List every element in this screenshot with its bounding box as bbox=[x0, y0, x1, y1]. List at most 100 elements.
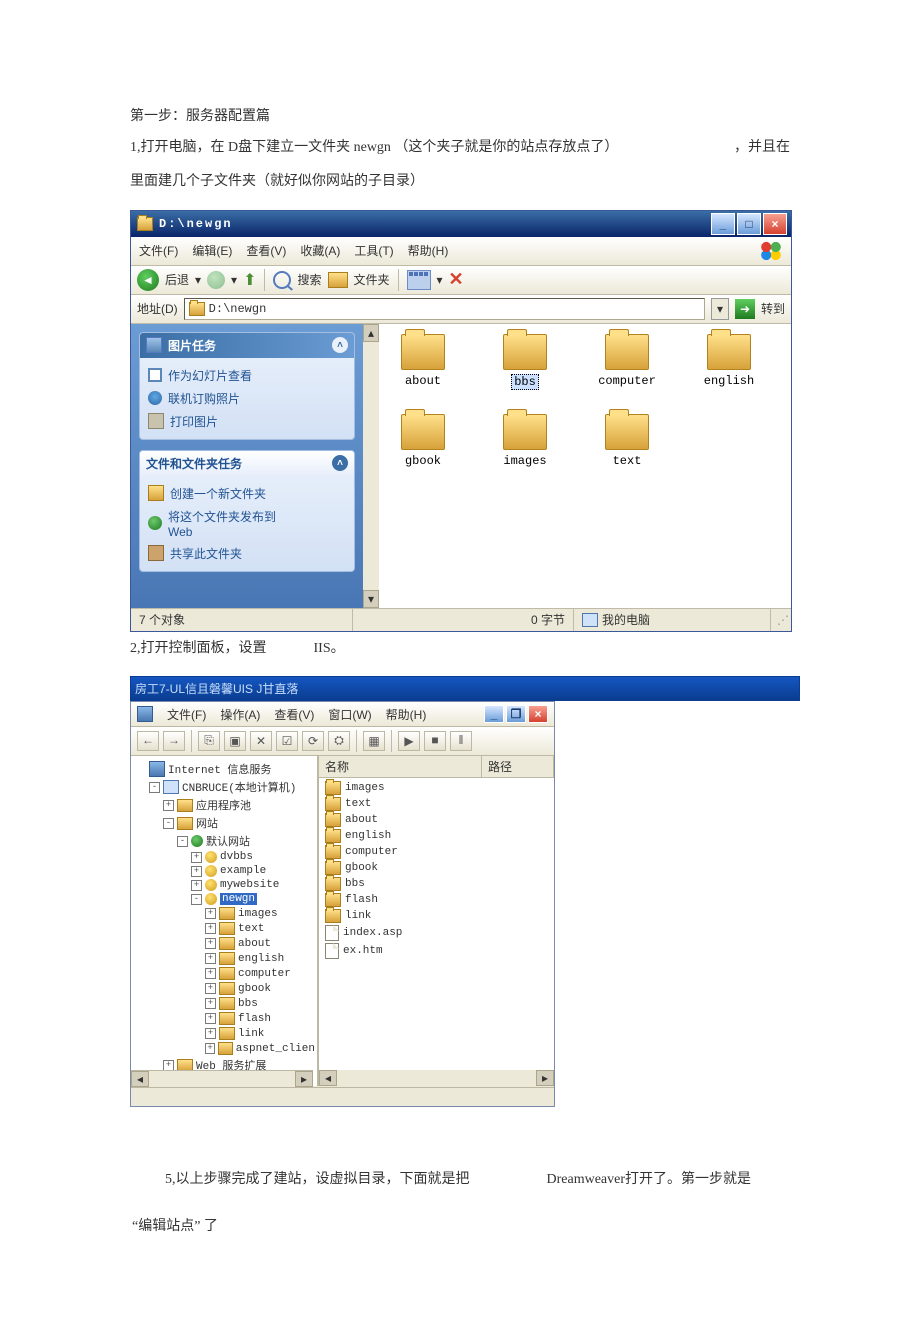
tree-apppool[interactable]: 应用程序池 bbox=[196, 797, 251, 813]
iis-toolbar-button-5[interactable]: ✕ bbox=[250, 731, 272, 751]
iis-toolbar-button-14[interactable]: ǁ bbox=[450, 731, 472, 751]
iis-menu-view[interactable]: 查看(V) bbox=[274, 706, 314, 723]
go-button-icon[interactable]: ➜ bbox=[735, 299, 755, 319]
address-dropdown-icon[interactable]: ▾ bbox=[711, 298, 729, 320]
expand-icon[interactable]: + bbox=[191, 866, 202, 877]
menu-help[interactable]: 帮助(H) bbox=[408, 242, 449, 259]
task-share[interactable]: 共享此文件夹 bbox=[148, 542, 346, 565]
back-dropdown-icon[interactable]: ▾ bbox=[195, 273, 201, 287]
iis-toolbar-button-13[interactable]: ■ bbox=[424, 731, 446, 751]
tree-node-label[interactable]: images bbox=[238, 908, 278, 920]
iis-minimize-button[interactable]: _ bbox=[484, 705, 504, 723]
tree-node-label[interactable]: bbs bbox=[238, 998, 258, 1010]
scroll-track[interactable] bbox=[363, 342, 379, 590]
tree-default-site[interactable]: 默认网站 bbox=[206, 833, 250, 849]
tree-root[interactable]: Internet 信息服务 bbox=[168, 761, 271, 777]
back-button-icon[interactable]: ◄ bbox=[137, 269, 159, 291]
col-path[interactable]: 路径 bbox=[482, 756, 554, 777]
scroll-right-icon[interactable]: ▸ bbox=[295, 1071, 313, 1087]
tree-node-label[interactable]: mywebsite bbox=[220, 879, 279, 891]
menu-file[interactable]: 文件(F) bbox=[139, 242, 178, 259]
expand-icon[interactable]: + bbox=[205, 983, 216, 994]
menu-fav[interactable]: 收藏(A) bbox=[300, 242, 340, 259]
task-print[interactable]: 打印图片 bbox=[148, 410, 346, 433]
scroll-left-icon[interactable]: ◂ bbox=[131, 1071, 149, 1087]
tree-node-label[interactable]: english bbox=[238, 953, 284, 965]
iis-menu-file[interactable]: 文件(F) bbox=[167, 706, 206, 723]
tree-node-label[interactable]: gbook bbox=[238, 983, 271, 995]
search-button-label[interactable]: 搜索 bbox=[297, 271, 321, 288]
collapse-icon[interactable]: - bbox=[163, 818, 174, 829]
list-item[interactable]: index.asp bbox=[323, 924, 550, 942]
maximize-button[interactable]: □ bbox=[737, 213, 761, 235]
expand-icon[interactable]: + bbox=[205, 938, 216, 949]
list-item[interactable]: about bbox=[323, 812, 550, 828]
delete-button-icon[interactable]: ✕ bbox=[449, 269, 464, 290]
picture-tasks-header[interactable]: 图片任务 ˄ bbox=[140, 333, 354, 358]
scroll-right-icon[interactable]: ▸ bbox=[536, 1070, 554, 1086]
scroll-track[interactable] bbox=[149, 1072, 295, 1086]
back-button-label[interactable]: 后退 bbox=[165, 271, 189, 288]
search-icon[interactable] bbox=[273, 271, 291, 289]
list-item[interactable]: computer bbox=[323, 844, 550, 860]
collapse-icon[interactable]: ˄ bbox=[332, 337, 348, 353]
expand-icon[interactable]: + bbox=[205, 1043, 215, 1054]
expand-icon[interactable]: + bbox=[163, 1060, 174, 1071]
collapse-icon[interactable]: - bbox=[149, 782, 160, 793]
folder-images[interactable]: images bbox=[491, 414, 559, 468]
iis-list-body[interactable]: imagestextaboutenglishcomputergbookbbsfl… bbox=[319, 778, 554, 1070]
menu-tools[interactable]: 工具(T) bbox=[354, 242, 393, 259]
iis-tree-pane[interactable]: Internet 信息服务 -CNBRUCE(本地计算机) +应用程序池 -网站 bbox=[131, 756, 319, 1086]
tree-node-label[interactable]: example bbox=[220, 865, 266, 877]
scroll-up-icon[interactable]: ▴ bbox=[363, 324, 379, 342]
expand-icon[interactable]: + bbox=[205, 908, 216, 919]
tree-node-label[interactable]: about bbox=[238, 938, 271, 950]
collapse-icon[interactable]: ˄ bbox=[332, 455, 348, 471]
menu-view[interactable]: 查看(V) bbox=[246, 242, 286, 259]
expand-icon[interactable]: + bbox=[205, 968, 216, 979]
iis-tree-hscroll[interactable]: ◂ ▸ bbox=[131, 1070, 313, 1087]
folder-computer[interactable]: computer bbox=[593, 334, 661, 390]
folder-bbs[interactable]: bbs bbox=[491, 334, 559, 390]
iis-toolbar-button-3[interactable]: ⎘ bbox=[198, 731, 220, 751]
list-item[interactable]: text bbox=[323, 796, 550, 812]
list-item[interactable]: images bbox=[323, 780, 550, 796]
iis-toolbar-button-1[interactable]: → bbox=[163, 731, 185, 751]
iis-toolbar-button-7[interactable]: ⟳ bbox=[302, 731, 324, 751]
list-item[interactable]: gbook bbox=[323, 860, 550, 876]
folders-button-label[interactable]: 文件夹 bbox=[354, 271, 390, 288]
iis-menu-action[interactable]: 操作(A) bbox=[220, 706, 260, 723]
iis-menu-help[interactable]: 帮助(H) bbox=[386, 706, 427, 723]
expand-icon[interactable]: + bbox=[191, 852, 202, 863]
expand-icon[interactable]: + bbox=[163, 800, 174, 811]
folder-about[interactable]: about bbox=[389, 334, 457, 390]
iis-toolbar-button-0[interactable]: ← bbox=[137, 731, 159, 751]
tree-host[interactable]: CNBRUCE(本地计算机) bbox=[182, 779, 296, 795]
list-item[interactable]: link bbox=[323, 908, 550, 924]
scroll-down-icon[interactable]: ▾ bbox=[363, 590, 379, 608]
tree-node-label[interactable]: computer bbox=[238, 968, 291, 980]
task-publish[interactable]: 将这个文件夹发布到 Web bbox=[148, 505, 346, 542]
expand-icon[interactable]: + bbox=[191, 880, 202, 891]
list-item[interactable]: ex.htm bbox=[323, 942, 550, 960]
iis-toolbar-button-6[interactable]: ☑ bbox=[276, 731, 298, 751]
forward-dropdown-icon[interactable]: ▾ bbox=[231, 273, 237, 287]
tree-node-label[interactable]: text bbox=[238, 923, 264, 935]
tree-node-label[interactable]: link bbox=[238, 1028, 264, 1040]
file-area[interactable]: aboutbbscomputerenglishgbookimagestext bbox=[379, 324, 791, 608]
up-button-icon[interactable]: ⬆ bbox=[243, 270, 256, 290]
task-order[interactable]: 联机订购照片 bbox=[148, 387, 346, 410]
expand-icon[interactable]: + bbox=[205, 953, 216, 964]
tree-node-label[interactable]: newgn bbox=[220, 893, 257, 905]
file-tasks-header[interactable]: 文件和文件夹任务 ˄ bbox=[140, 451, 354, 476]
task-slideshow[interactable]: 作为幻灯片查看 bbox=[148, 364, 346, 387]
iis-toolbar-button-12[interactable]: ▶ bbox=[398, 731, 420, 751]
list-item[interactable]: flash bbox=[323, 892, 550, 908]
expand-icon[interactable]: + bbox=[205, 1013, 216, 1024]
folder-gbook[interactable]: gbook bbox=[389, 414, 457, 468]
resize-grip-icon[interactable]: ⋰ bbox=[771, 613, 791, 627]
menu-edit[interactable]: 编辑(E) bbox=[192, 242, 232, 259]
address-input[interactable]: D:\newgn bbox=[184, 298, 705, 320]
tree-node-label[interactable]: dvbbs bbox=[220, 851, 253, 863]
sidepane-scrollbar[interactable]: ▴ ▾ bbox=[363, 324, 379, 608]
